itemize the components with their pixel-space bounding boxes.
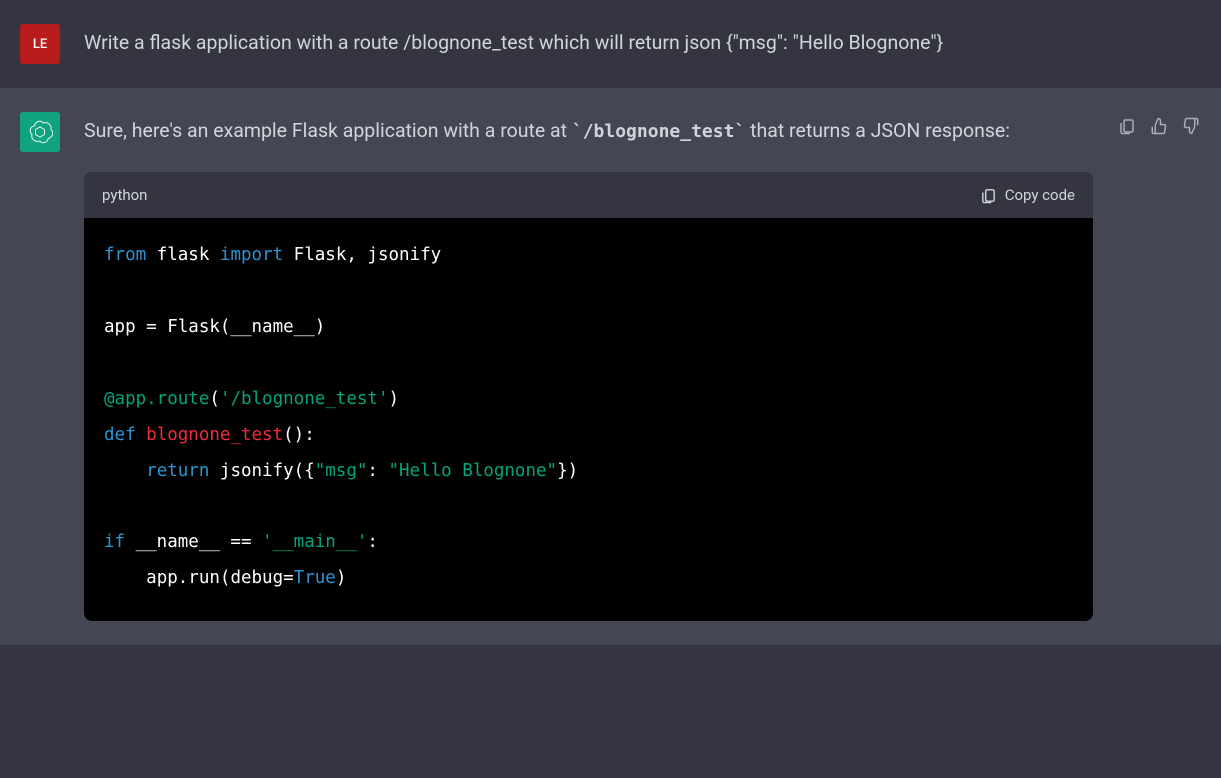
code-token: True — [294, 568, 336, 588]
code-token: }) — [557, 461, 578, 481]
code-token: def — [104, 425, 146, 445]
code-token: "Hello Blognone" — [389, 461, 558, 481]
code-token: "msg" — [315, 461, 368, 481]
code-token: app = Flask(__name__) — [104, 317, 325, 337]
code-token: : — [367, 461, 388, 481]
assistant-intro-after: that returns a JSON response: — [745, 119, 1010, 142]
code-token: : — [367, 532, 378, 552]
clipboard-icon — [1118, 117, 1136, 135]
assistant-message-content: Sure, here's an example Flask applicatio… — [84, 112, 1093, 621]
code-content[interactable]: from flask import Flask, jsonify app = F… — [84, 218, 1093, 621]
code-token: ) — [336, 568, 347, 588]
copy-code-button[interactable]: Copy code — [980, 182, 1075, 208]
code-token: __name__ == — [125, 532, 262, 552]
assistant-message-row: Sure, here's an example Flask applicatio… — [0, 88, 1221, 645]
code-token: @app.route — [104, 389, 209, 409]
copy-code-label: Copy code — [1005, 182, 1075, 208]
code-token: ) — [388, 389, 399, 409]
code-language-label: python — [102, 182, 147, 208]
user-message-row: LE Write a flask application with a rout… — [0, 0, 1221, 88]
thumbs-down-icon — [1182, 117, 1200, 135]
code-token: app.run(debug= — [146, 568, 294, 588]
copy-message-button[interactable] — [1117, 116, 1137, 136]
inline-code-route: `/blognone_test` — [572, 121, 745, 142]
code-token: from — [104, 245, 146, 265]
assistant-intro-before: Sure, here's an example Flask applicatio… — [84, 119, 572, 142]
code-token: Flask, jsonify — [283, 245, 441, 265]
code-token — [104, 568, 146, 588]
code-header: python Copy code — [84, 172, 1093, 218]
user-avatar: LE — [20, 24, 60, 64]
code-token: '/blognone_test' — [220, 389, 389, 409]
code-token: jsonify({ — [209, 461, 314, 481]
code-token: flask — [146, 245, 220, 265]
code-token: if — [104, 532, 125, 552]
code-block: python Copy code from flask import Flask… — [84, 172, 1093, 621]
code-token: blognone_test — [146, 425, 283, 445]
code-token: import — [220, 245, 283, 265]
thumbs-down-button[interactable] — [1181, 116, 1201, 136]
code-token: return — [146, 461, 209, 481]
code-token — [104, 461, 146, 481]
user-message-content: Write a flask application with a route /… — [84, 24, 1201, 64]
clipboard-icon — [980, 187, 997, 204]
message-actions — [1117, 112, 1201, 621]
code-token: '__main__' — [262, 532, 367, 552]
assistant-avatar — [20, 112, 60, 152]
user-message-text: Write a flask application with a route /… — [84, 31, 943, 54]
code-token: ( — [209, 389, 220, 409]
openai-icon — [27, 119, 53, 145]
user-avatar-label: LE — [33, 37, 47, 52]
code-token: (): — [283, 425, 315, 445]
thumbs-up-button[interactable] — [1149, 116, 1169, 136]
thumbs-up-icon — [1150, 117, 1168, 135]
